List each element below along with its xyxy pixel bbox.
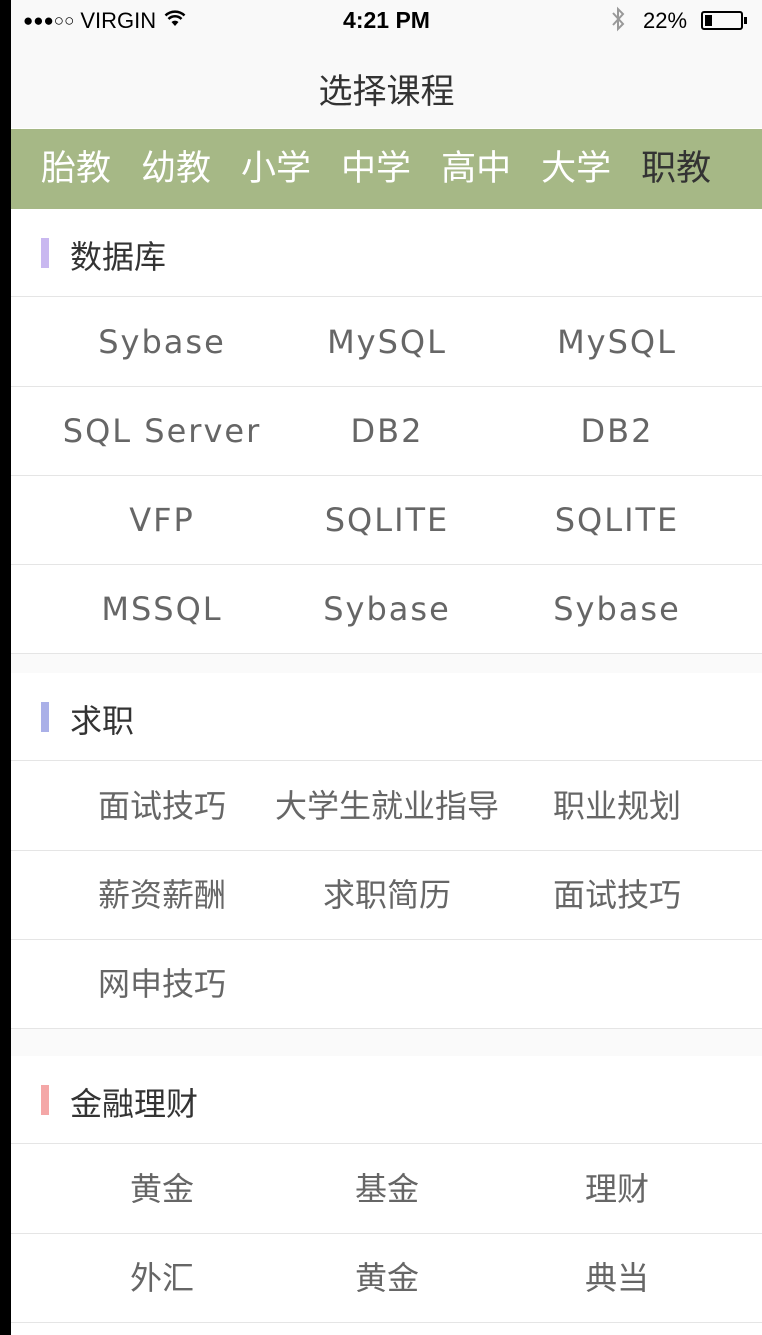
nav-bar: 选择课程 xyxy=(11,40,762,128)
course-item[interactable]: Sybase xyxy=(502,565,732,653)
course-item[interactable]: MySQL xyxy=(502,298,732,386)
course-item[interactable]: Sybase xyxy=(47,298,277,386)
course-row: 薪资薪酬 求职简历 面试技巧 xyxy=(11,851,762,940)
course-item[interactable]: 网申技巧 xyxy=(47,940,277,1028)
course-item[interactable]: MSSQL xyxy=(47,565,277,653)
course-row: Sybase MySQL MySQL xyxy=(11,298,762,387)
page-title: 选择课程 xyxy=(318,72,455,112)
course-item[interactable]: 外汇 xyxy=(47,1234,277,1322)
course-item[interactable]: 面试技巧 xyxy=(47,762,277,850)
section-header: 数据库 xyxy=(11,209,762,297)
battery-icon xyxy=(701,11,747,30)
course-item[interactable]: MySQL xyxy=(272,298,502,386)
section-title: 求职 xyxy=(70,702,135,740)
course-row: SQL Server DB2 DB2 xyxy=(11,387,762,476)
course-row: 外汇 黄金 典当 xyxy=(11,1234,762,1323)
course-item[interactable]: 求职简历 xyxy=(272,851,502,939)
course-item[interactable]: 面试技巧 xyxy=(502,851,732,939)
course-item[interactable]: 典当 xyxy=(502,1234,732,1322)
tab-5[interactable]: 大学 xyxy=(541,129,611,209)
battery-percent: 22% xyxy=(643,8,688,33)
tab-4[interactable]: 高中 xyxy=(441,129,511,209)
course-item[interactable]: DB2 xyxy=(272,387,502,475)
course-item[interactable]: SQL Server xyxy=(47,387,277,475)
section-accent-bar xyxy=(41,238,49,268)
section-header: 求职 xyxy=(11,673,762,761)
tab-2[interactable]: 小学 xyxy=(241,129,311,209)
course-item[interactable]: 基金 xyxy=(272,1145,502,1233)
course-item[interactable]: SQLITE xyxy=(272,476,502,564)
section-title: 数据库 xyxy=(70,238,167,276)
course-row: VFP SQLITE SQLITE xyxy=(11,476,762,565)
battery-fill xyxy=(705,15,712,26)
course-item[interactable]: 薪资薪酬 xyxy=(47,851,277,939)
course-item[interactable]: 黄金 xyxy=(272,1234,502,1322)
course-row: MSSQL Sybase Sybase xyxy=(11,565,762,654)
section-gap xyxy=(11,1028,762,1056)
bluetooth-icon xyxy=(611,6,625,39)
section-title: 金融理财 xyxy=(70,1085,199,1123)
course-item[interactable]: Sybase xyxy=(272,565,502,653)
course-item[interactable]: 职业规划 xyxy=(502,762,732,850)
course-item[interactable]: SQLITE xyxy=(502,476,732,564)
status-bar: ●●●○○ VIRGIN 4:21 PM 22% xyxy=(11,0,762,40)
section-accent-bar xyxy=(41,1085,49,1115)
category-tab-bar: 胎教 幼教 小学 中学 高中 大学 职教 xyxy=(11,129,762,209)
course-item[interactable]: 黄金 xyxy=(47,1145,277,1233)
course-item[interactable]: 理财 xyxy=(502,1145,732,1233)
tab-1[interactable]: 幼教 xyxy=(141,129,211,209)
section-header: 金融理财 xyxy=(11,1056,762,1144)
tab-3[interactable]: 中学 xyxy=(341,129,411,209)
tab-0[interactable]: 胎教 xyxy=(41,129,111,209)
phone-screen: ●●●○○ VIRGIN 4:21 PM 22% 选择课程 胎教 幼教 小学 中学 高中… xyxy=(11,0,762,1335)
course-item[interactable]: 大学生就业指导 xyxy=(272,762,502,850)
course-row: 网申技巧 xyxy=(11,940,762,1029)
course-row: 黄金 基金 理财 xyxy=(11,1145,762,1234)
course-item[interactable]: DB2 xyxy=(502,387,732,475)
section-gap xyxy=(11,653,762,673)
course-row: 面试技巧 大学生就业指导 职业规划 xyxy=(11,762,762,851)
course-item[interactable]: VFP xyxy=(47,476,277,564)
tab-6[interactable]: 职教 xyxy=(641,129,711,209)
section-accent-bar xyxy=(41,702,49,732)
